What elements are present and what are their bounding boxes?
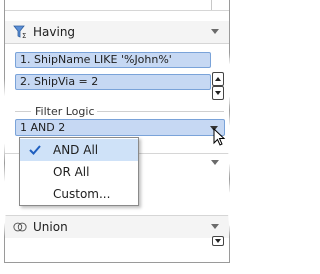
having-condition-1[interactable]: 1. ShipName LIKE '%John%' (15, 52, 211, 68)
scroll-down-button[interactable] (212, 86, 224, 100)
chevron-down-icon[interactable] (211, 29, 219, 34)
having-title: Having (33, 25, 76, 39)
menu-item-or-all[interactable]: OR All (20, 161, 138, 183)
filter-logic-menu: AND All OR All Custom... (19, 137, 139, 206)
checkmark-icon (28, 143, 42, 157)
union-circles-icon (13, 220, 27, 234)
svg-text:Σ: Σ (22, 32, 26, 39)
filter-logic-label: Filter Logic (33, 105, 97, 118)
chevron-down-icon[interactable] (211, 224, 219, 229)
menu-item-label: OR All (53, 165, 90, 179)
menu-item-and-all[interactable]: AND All (20, 139, 138, 161)
having-condition-2[interactable]: 2. ShipVia = 2 (15, 74, 211, 90)
arrow-up-icon (215, 77, 221, 81)
mouse-cursor-icon (213, 128, 226, 146)
menu-item-label: AND All (53, 143, 99, 157)
arrow-down-icon (215, 91, 221, 95)
funnel-sigma-icon: Σ (13, 25, 27, 39)
menu-item-label: Custom... (53, 187, 111, 201)
bottom-strip (5, 236, 229, 262)
union-title: Union (33, 220, 68, 234)
scroll-up-button[interactable] (212, 72, 224, 86)
scroll-down-button[interactable] (212, 236, 224, 246)
filter-logic-value: 1 AND 2 (20, 121, 66, 134)
top-strip (5, 0, 229, 10)
having-header[interactable]: Σ Having (5, 21, 229, 43)
filter-logic-combo[interactable]: 1 AND 2 (15, 119, 225, 136)
arrow-down-icon (215, 239, 221, 243)
menu-item-custom[interactable]: Custom... (20, 183, 138, 205)
filter-logic-group: Filter Logic (15, 105, 224, 118)
chevron-down-icon[interactable] (211, 160, 219, 165)
union-header[interactable]: Union (5, 216, 229, 238)
query-panel: Σ Having 1. ShipName LIKE '%John%' 2. Sh… (4, 0, 230, 263)
